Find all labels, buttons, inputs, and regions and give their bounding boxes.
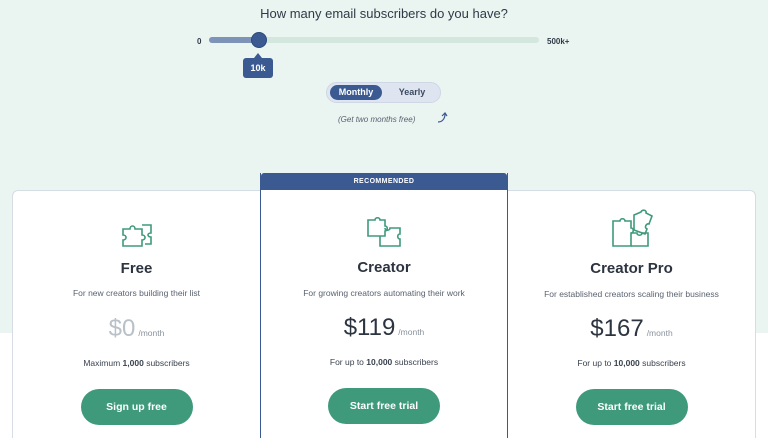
billing-option-yearly[interactable]: Yearly xyxy=(385,85,439,100)
start-free-trial-button[interactable]: Start free trial xyxy=(575,389,688,425)
subscriber-question: How many email subscribers do you have? xyxy=(260,6,508,21)
plan-price: $0/month xyxy=(13,315,260,343)
recommended-badge: RECOMMENDED xyxy=(261,173,507,190)
price-period: /month xyxy=(646,328,673,338)
limit-value: 10,000 xyxy=(366,357,393,367)
price-period: /month xyxy=(398,327,425,337)
limit-suffix: subscribers xyxy=(392,357,439,367)
billing-toggle[interactable]: Monthly Yearly xyxy=(326,82,441,103)
plan-name: Creator xyxy=(357,259,411,276)
puzzle-pieces-icon xyxy=(367,216,401,247)
subscriber-slider[interactable] xyxy=(209,32,539,48)
limit-value: 10,000 xyxy=(613,358,640,368)
yearly-discount-note: (Get two months free) xyxy=(338,115,416,124)
plan-description: For growing creators automating their wo… xyxy=(303,288,465,298)
limit-suffix: subscribers xyxy=(639,358,686,368)
slider-max-label: 500k+ xyxy=(547,37,570,46)
limit-prefix: For up to xyxy=(329,357,367,367)
price-amount: $119 xyxy=(343,314,396,341)
limit-prefix: Maximum xyxy=(83,358,123,368)
plan-name: Free xyxy=(120,260,153,277)
plan-description: For new creators building their list xyxy=(72,288,201,298)
puzzle-complete-icon xyxy=(611,209,653,247)
plan-price: $119/month xyxy=(261,314,507,342)
pricing-page: How many email subscribers do you have? … xyxy=(0,0,768,438)
plan-name: Creator Pro xyxy=(590,260,673,277)
plan-card-creator: RECOMMENDED Creator For growing creators… xyxy=(260,173,508,438)
plan-card-creator-pro: Creator Pro For established creators sca… xyxy=(508,190,756,438)
price-amount: $167 xyxy=(590,315,644,342)
price-amount: $0 xyxy=(108,315,136,342)
plan-subscriber-limit: For up to 10,000 subscribers xyxy=(261,357,507,367)
plan-description: For established creators scaling their b… xyxy=(544,289,719,299)
plan-price: $167/month xyxy=(508,315,755,343)
limit-prefix: For up to xyxy=(577,358,614,368)
slider-value-bubble: 10k xyxy=(243,53,273,78)
slider-min-label: 0 xyxy=(197,37,202,46)
curved-arrow-icon xyxy=(437,112,448,123)
start-free-trial-button[interactable]: Start free trial xyxy=(328,388,440,424)
plan-subscriber-limit: For up to 10,000 subscribers xyxy=(508,358,755,368)
puzzle-icon xyxy=(121,224,152,247)
limit-suffix: subscribers xyxy=(143,358,190,368)
slider-thumb[interactable] xyxy=(251,32,267,48)
plan-card-free: Free For new creators building their lis… xyxy=(12,190,260,438)
plan-subscriber-limit: Maximum 1,000 subscribers xyxy=(13,358,260,368)
price-period: /month xyxy=(138,328,165,338)
sign-up-free-button[interactable]: Sign up free xyxy=(80,389,193,425)
limit-value: 1,000 xyxy=(122,358,144,368)
billing-option-monthly[interactable]: Monthly xyxy=(330,85,382,100)
